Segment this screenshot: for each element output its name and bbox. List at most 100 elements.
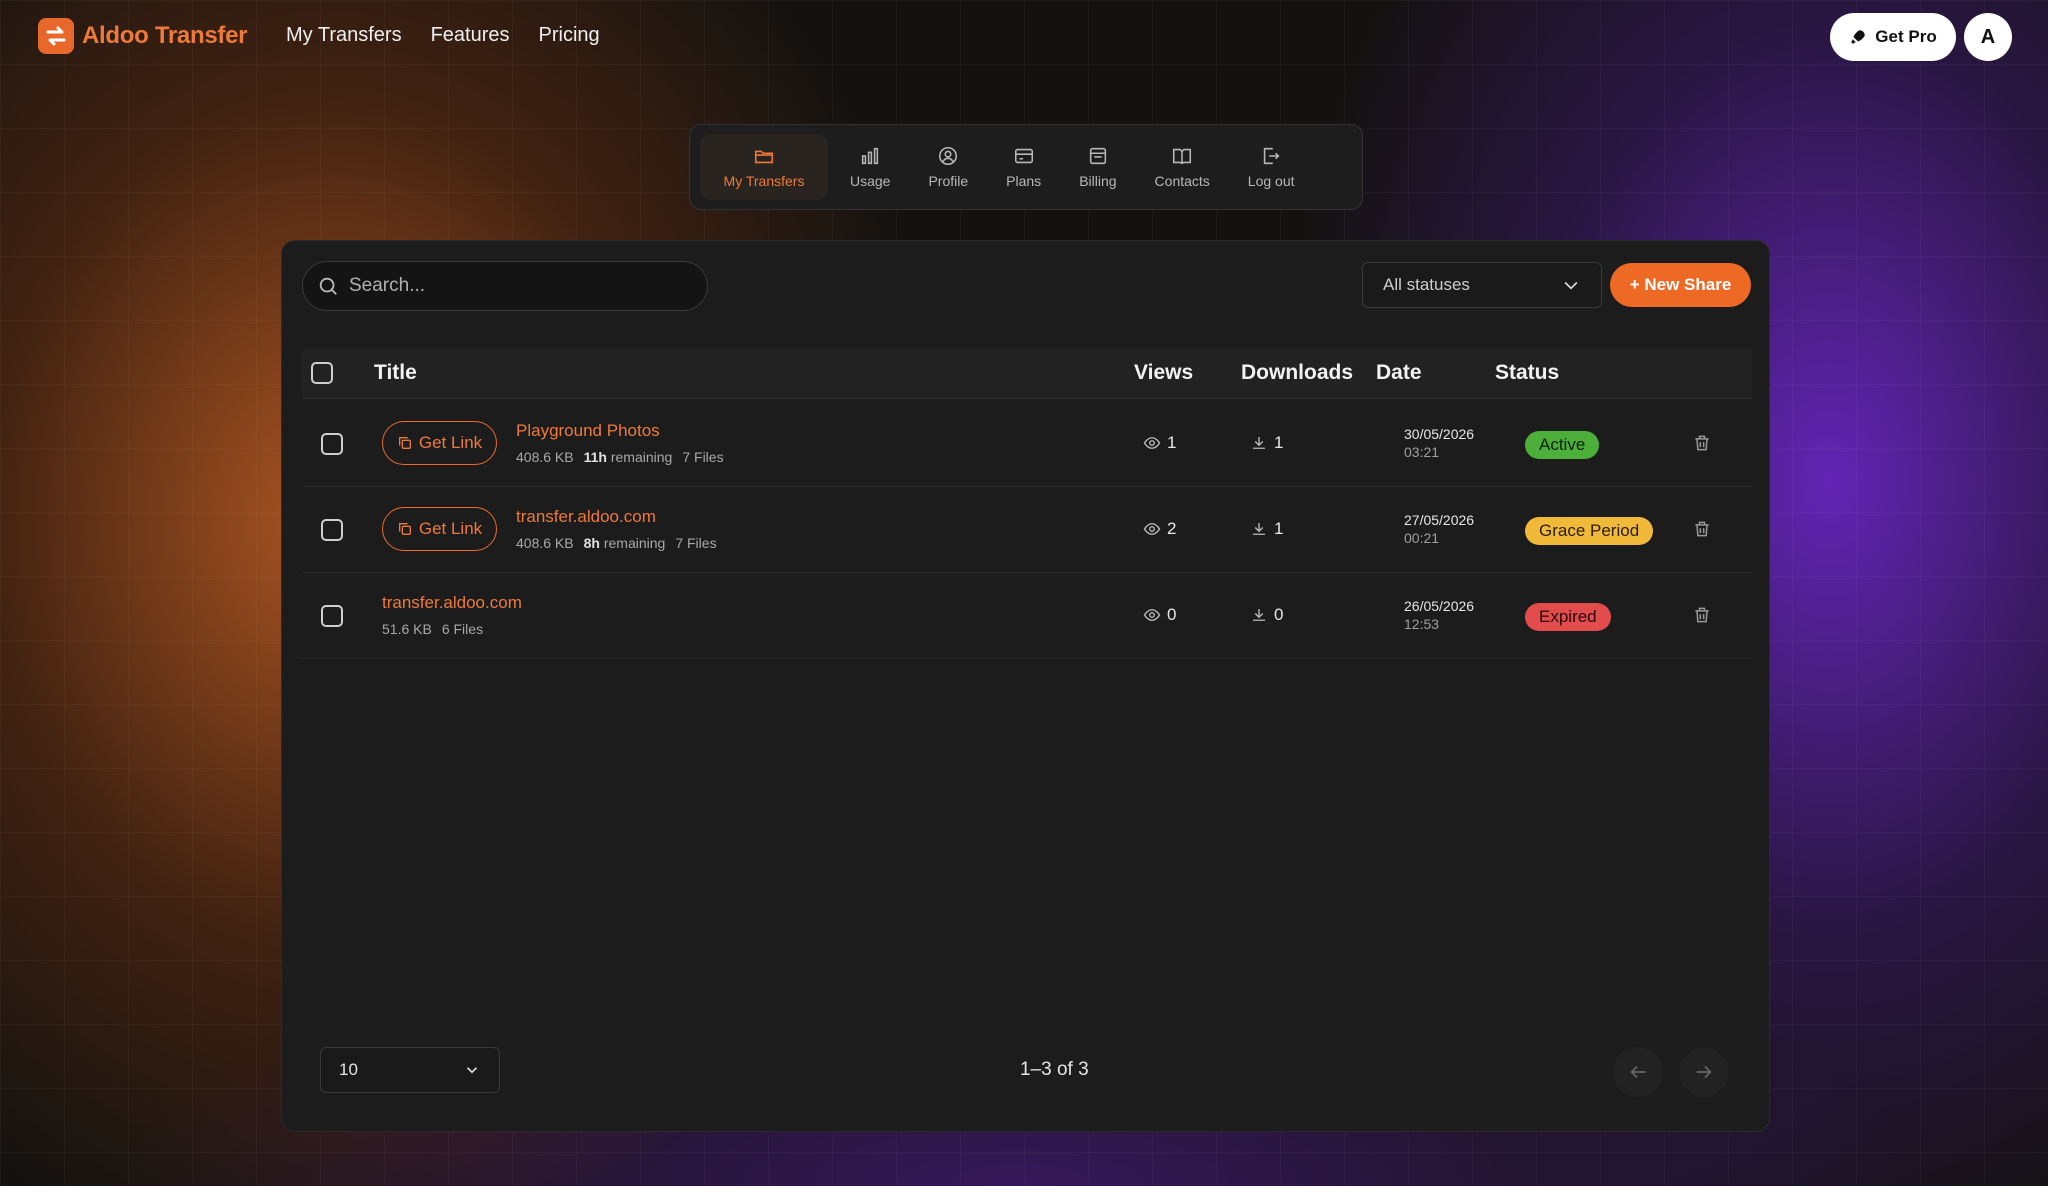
download-icon [1253,609,1265,621]
chevron-down-icon [466,1067,478,1074]
status-filter-value: All statuses [1383,275,1470,294]
views-count: 0 [1143,605,1176,625]
rocket-icon [1851,30,1866,44]
downloads-count: 1 [1250,433,1283,453]
header-views: Views [1134,361,1194,384]
get-pro-label: Get Pro [1875,27,1937,46]
page-size-select[interactable]: 10 [320,1047,500,1093]
row-checkbox[interactable] [321,433,343,455]
get-pro-button[interactable]: Get Pro [1830,13,1956,61]
views-count: 1 [1143,433,1176,453]
nav-features[interactable]: Features [431,24,510,47]
transfer-size: 408.6 KB [516,449,574,465]
transfer-files: 7 Files [675,535,717,551]
tab-logout[interactable]: Log out [1232,134,1311,200]
card-icon [1014,148,1033,164]
tab-my-transfers[interactable]: My Transfers [700,134,828,200]
arrow-right-icon [1696,1065,1712,1079]
transfer-meta: 51.6 KB 6 Files [382,621,483,637]
book-icon [1173,148,1192,165]
user-circle-icon [939,146,958,166]
table-header: Title Views Downloads Date Status [302,349,1752,399]
transfer-size: 51.6 KB [382,621,432,637]
account-tabs: My Transfers Usage Profile Plans Billing… [689,124,1363,210]
tab-contacts[interactable]: Contacts [1139,134,1226,200]
brand[interactable]: Aldoo Transfer [38,18,247,54]
nav-pricing[interactable]: Pricing [539,24,600,47]
transfer-files: 6 Files [441,621,484,637]
logout-icon [1263,147,1280,165]
table-row[interactable]: transfer.aldoo.com 51.6 KB 6 Files 0 0 2… [302,573,1752,659]
pagination-range: 1–3 of 3 [1020,1059,1089,1080]
transfer-title-link[interactable]: transfer.aldoo.com [382,593,522,613]
tab-label: My Transfers [723,173,805,189]
get-link-label: Get Link [418,433,483,452]
search-icon [319,277,337,295]
header-downloads: Downloads [1241,361,1354,384]
transfer-date: 27/05/2026 00:21 [1404,512,1475,546]
tab-billing[interactable]: Billing [1063,134,1132,200]
nav-my-transfers[interactable]: My Transfers [286,24,402,47]
chevron-down-icon [1564,281,1578,290]
table-row[interactable]: Get Link Playground Photos 408.6 KB 11h … [302,401,1752,487]
eye-icon [1143,437,1161,449]
header-date: Date [1376,361,1422,384]
receipt-icon [1089,147,1106,165]
trash-icon[interactable] [1692,519,1712,539]
transfer-date: 30/05/2026 03:21 [1404,426,1475,460]
trash-icon[interactable] [1692,605,1712,625]
get-link-button[interactable]: Get Link [382,421,497,465]
transfer-title-link[interactable]: Playground Photos [516,421,660,441]
row-checkbox[interactable] [321,519,343,541]
get-link-button[interactable]: Get Link [382,507,497,551]
page-size-value: 10 [339,1060,358,1079]
tab-usage[interactable]: Usage [834,134,906,200]
folder-icon [754,150,774,164]
search-input[interactable] [349,275,689,297]
download-icon [1253,437,1265,449]
copy-icon [398,437,411,449]
search-box[interactable] [302,261,708,311]
avatar[interactable]: A [1964,13,2012,61]
tab-label: Plans [1006,173,1042,189]
tab-label: Profile [928,173,969,189]
transfer-meta: 408.6 KB 11h remaining 7 Files [516,449,724,465]
transfer-remaining: 8h remaining [583,535,666,551]
views-count: 2 [1143,519,1176,539]
main-nav: My Transfers Features Pricing [286,24,600,47]
select-all-checkbox[interactable] [311,362,333,384]
downloads-count: 1 [1250,519,1283,539]
transfer-logo-icon [38,18,74,54]
tab-profile[interactable]: Profile [912,134,984,200]
new-share-button[interactable]: + New Share [1610,263,1751,307]
status-badge: Expired [1525,603,1611,631]
trash-icon[interactable] [1692,433,1712,453]
header-status: Status [1495,361,1560,384]
transfer-date: 26/05/2026 12:53 [1404,598,1475,632]
download-icon [1253,523,1265,535]
status-filter-select[interactable]: All statuses [1362,262,1602,308]
transfer-remaining: 11h remaining [583,449,673,465]
table-row[interactable]: Get Link transfer.aldoo.com 408.6 KB 8h … [302,487,1752,573]
eye-icon [1143,523,1161,535]
previous-page-button[interactable] [1613,1047,1663,1097]
tab-label: Contacts [1154,173,1210,189]
tab-label: Log out [1247,173,1295,189]
eye-icon [1143,609,1161,621]
tab-label: Billing [1079,173,1117,189]
row-checkbox[interactable] [321,605,343,627]
status-badge: Grace Period [1525,517,1654,545]
transfer-title-link[interactable]: transfer.aldoo.com [516,507,656,527]
arrow-left-icon [1630,1065,1646,1079]
top-navigation: Aldoo Transfer My Transfers Features Pri… [0,0,2048,74]
next-page-button[interactable] [1679,1047,1729,1097]
transfer-size: 408.6 KB [516,535,574,551]
transfer-meta: 408.6 KB 8h remaining 7 Files [516,535,717,551]
header-title: Title [374,361,417,384]
tab-plans[interactable]: Plans [990,134,1057,200]
transfer-files: 7 Files [682,449,724,465]
bar-chart-icon [862,147,879,165]
status-badge: Active [1525,431,1600,459]
get-link-label: Get Link [418,519,483,538]
transfers-panel: All statuses + New Share Title Views Dow… [281,240,1770,1132]
